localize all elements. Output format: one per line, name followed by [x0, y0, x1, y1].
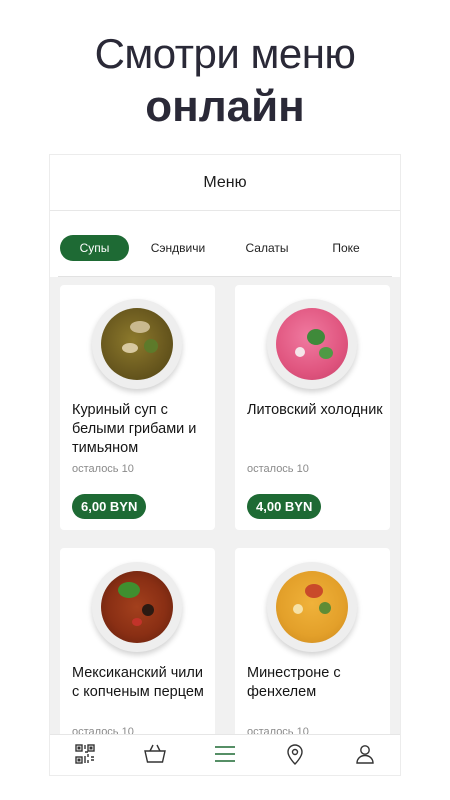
page-title: Меню — [203, 173, 247, 191]
shopping-basket-icon[interactable] — [142, 741, 168, 767]
product-name: Мексиканский чили с копченым перцем — [72, 665, 204, 700]
product-card[interactable]: Литовский холодник осталось 10 4,00 BYN — [235, 285, 390, 530]
dish-image — [92, 562, 182, 652]
price-button[interactable]: 6,00 BYN — [72, 494, 147, 519]
dish-image — [267, 299, 357, 389]
profile-icon[interactable] — [352, 741, 378, 767]
tab-soups[interactable]: Супы — [60, 235, 129, 261]
product-name: Минестроне с фенхелем — [247, 665, 341, 700]
product-stock: осталось 10 — [72, 726, 134, 734]
location-pin-icon[interactable] — [282, 741, 308, 767]
product-name: Литовский холодник — [247, 402, 383, 418]
app-screen: Меню Супы Сэндвичи Салаты Поке Куриный с… — [50, 155, 400, 775]
category-tabs: Супы Сэндвичи Салаты Поке — [50, 211, 400, 277]
qr-code-icon[interactable] — [72, 741, 98, 767]
dish-image — [267, 562, 357, 652]
tab-poke[interactable]: Поке — [320, 235, 372, 261]
product-grid: Куриный суп с белыми грибами и тимьяном … — [50, 277, 400, 734]
menu-list-icon[interactable] — [212, 741, 238, 767]
price-button[interactable]: 4,00 BYN — [247, 494, 322, 519]
product-name: Куриный суп с белыми грибами и тимьяном — [72, 402, 197, 456]
product-stock: осталось 10 — [247, 463, 309, 475]
tab-salads[interactable]: Салаты — [236, 235, 298, 261]
product-card[interactable]: Мексиканский чили с копченым перцем оста… — [60, 548, 215, 734]
product-stock: осталось 10 — [247, 726, 309, 734]
top-bar: Меню — [50, 155, 400, 211]
promo-banner: Смотри меню онлайн — [0, 0, 450, 150]
product-card[interactable]: Минестроне с фенхелем осталось 10 — [235, 548, 390, 734]
bottom-navigation — [50, 734, 400, 775]
promo-headline: Смотри меню — [94, 30, 356, 77]
tab-sandwiches[interactable]: Сэндвичи — [140, 235, 216, 261]
product-card[interactable]: Куриный суп с белыми грибами и тимьяном … — [60, 285, 215, 530]
product-stock: осталось 10 — [72, 463, 134, 475]
promo-subheadline: онлайн — [145, 82, 305, 131]
dish-image — [92, 299, 182, 389]
